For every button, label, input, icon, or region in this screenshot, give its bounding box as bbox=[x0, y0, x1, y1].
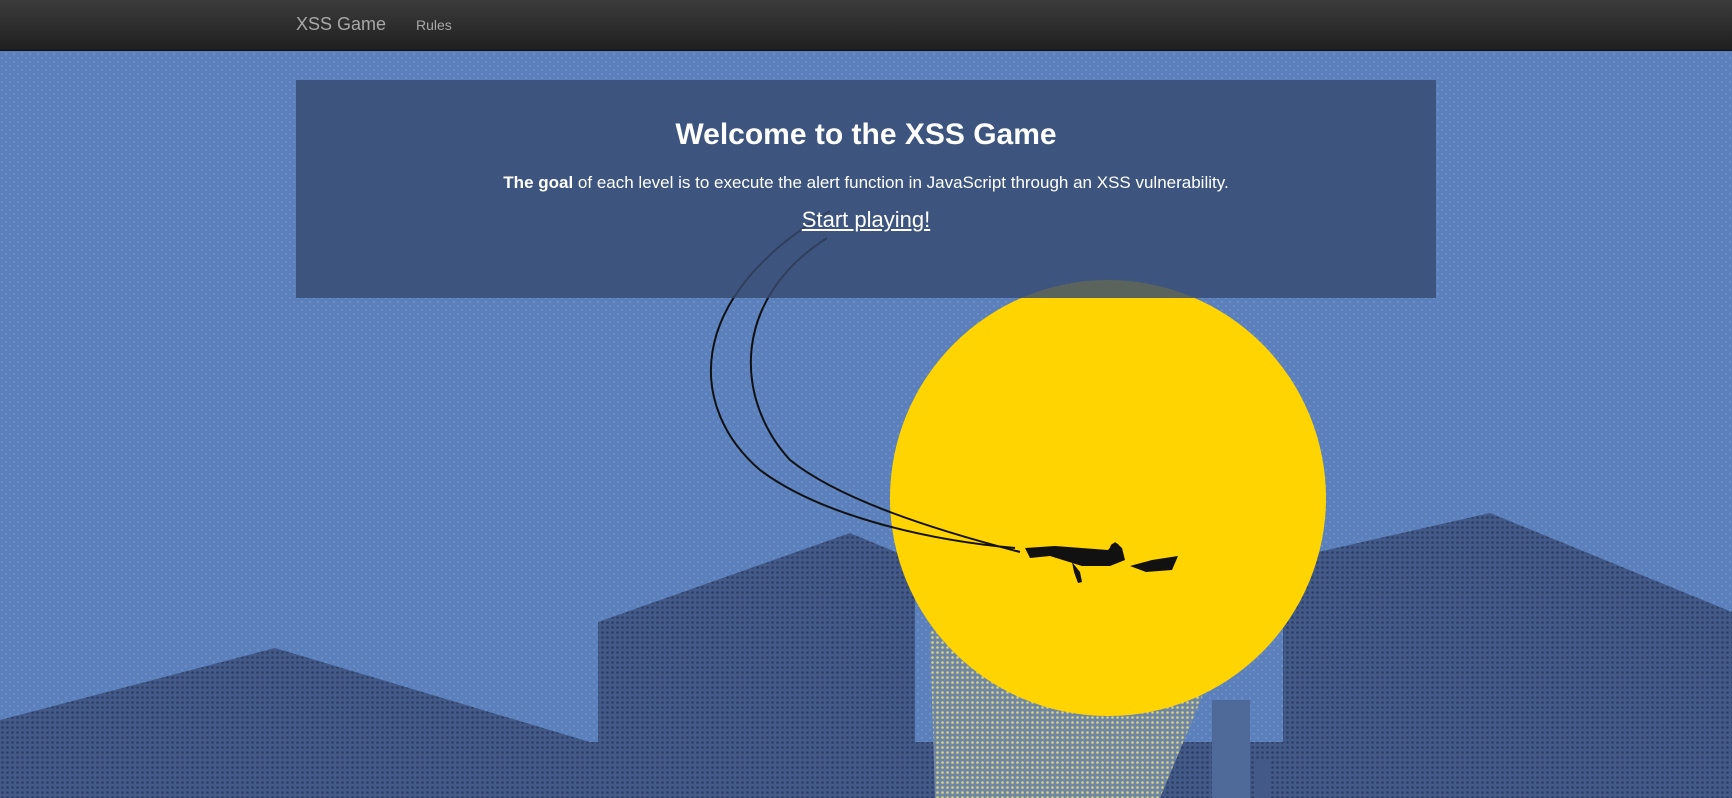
page: XSS Game Rules Welcome to the XSS Game T… bbox=[0, 0, 1732, 798]
goal-description: of each level is to execute the alert fu… bbox=[573, 173, 1229, 192]
start-playing-link[interactable]: Start playing! bbox=[802, 207, 930, 233]
sun bbox=[890, 280, 1326, 716]
welcome-panel: Welcome to the XSS Game The goal of each… bbox=[296, 80, 1436, 298]
top-navbar: XSS Game Rules bbox=[0, 0, 1732, 51]
goal-bold-text: The goal bbox=[503, 173, 574, 192]
tower-tiny bbox=[1256, 760, 1270, 798]
page-title: Welcome to the XSS Game bbox=[675, 118, 1057, 151]
rules-link[interactable]: Rules bbox=[416, 17, 452, 33]
goal-text: The goal of each level is to execute the… bbox=[296, 172, 1436, 194]
tower-small bbox=[1212, 700, 1250, 798]
brand-link[interactable]: XSS Game bbox=[296, 14, 386, 35]
